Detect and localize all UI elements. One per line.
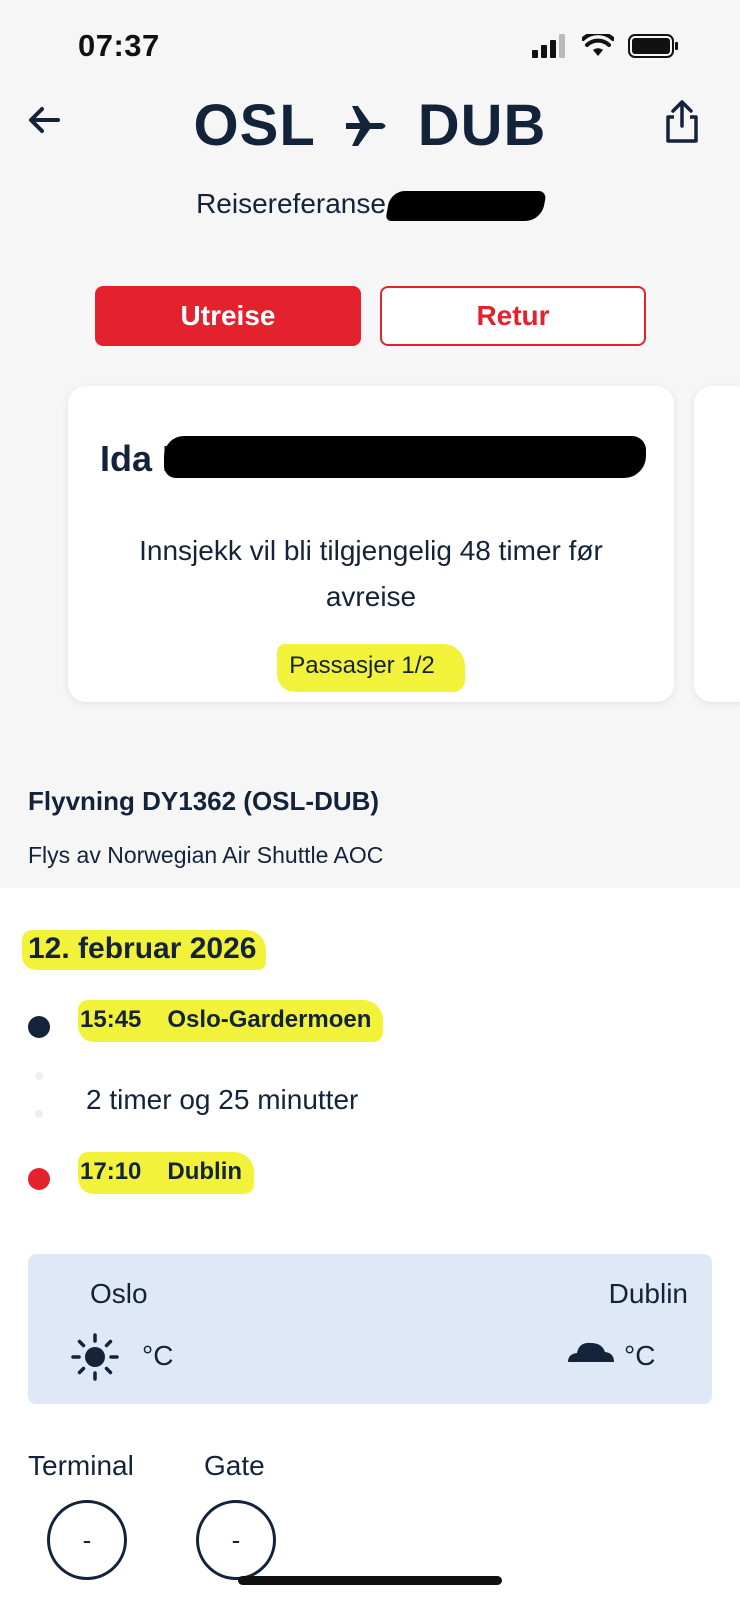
arrival-dot [28,1168,50,1190]
departure-time: 15:45 [80,1006,142,1033]
terminal-value: - [47,1500,127,1580]
passenger-card[interactable]: Ida M Innsjekk vil bli tilgjengelig 48 t… [68,386,674,702]
redacted-name [164,436,646,478]
arrival-airport: Dublin [167,1158,243,1185]
terminal-label: Terminal [28,1450,134,1481]
flight-date: 12. februar 2026 [22,930,267,970]
weather-destination-city: Dublin [608,1278,688,1309]
gate-value: - [196,1500,276,1580]
cellular-signal-icon [532,34,565,58]
departure-dot [28,1016,50,1038]
tab-return[interactable]: Retur [380,286,646,346]
share-icon[interactable] [664,98,700,144]
checkin-info: Innsjekk vil bli tilgjengelig 48 timer f… [139,535,603,612]
flight-title: Flyvning DY1362 (OSL-DUB) [28,786,380,816]
flight-operator: Flys av Norwegian Air Shuttle AOC [28,842,384,868]
passenger-counter: Passasjer 1/2 [277,644,465,692]
route-title: OSL DUB [0,92,740,159]
status-time: 07:37 [78,28,160,63]
status-icons [532,34,680,58]
sun-icon [71,1333,119,1381]
weather-panel: Oslo Dublin °C °C [28,1254,712,1404]
destination-code: DUB [417,93,547,158]
origin-code: OSL [193,93,316,158]
next-passenger-card[interactable] [694,386,740,702]
timeline-dot [35,1072,43,1080]
battery-icon [628,34,678,58]
gate-label: Gate [204,1450,265,1481]
arrival-time: 17:10 [80,1158,142,1185]
weather-origin-unit: °C [142,1340,174,1371]
arrival-row: 17:10 Dublin [78,1152,255,1194]
cloud-icon [568,1342,614,1362]
passenger-counter-wrap: Passasjer 1/2 [68,644,674,692]
airplane-icon [345,105,386,146]
booking-reference-label: Reisereferanse [196,188,386,219]
weather-destination-unit: °C [624,1340,656,1371]
wifi-icon [582,34,614,56]
flight-details-panel [0,888,740,1600]
tab-outbound[interactable]: Utreise [95,286,361,346]
booking-reference: Reisereferanse [0,188,740,221]
home-indicator[interactable] [238,1576,502,1585]
weather-origin-city: Oslo [90,1278,148,1309]
departure-airport: Oslo-Gardermoen [167,1006,372,1033]
flight-duration: 2 timer og 25 minutter [86,1084,359,1115]
timeline-dot [35,1110,43,1118]
departure-row: 15:45 Oslo-Gardermoen [78,1000,384,1042]
redacted-reference [385,190,547,221]
